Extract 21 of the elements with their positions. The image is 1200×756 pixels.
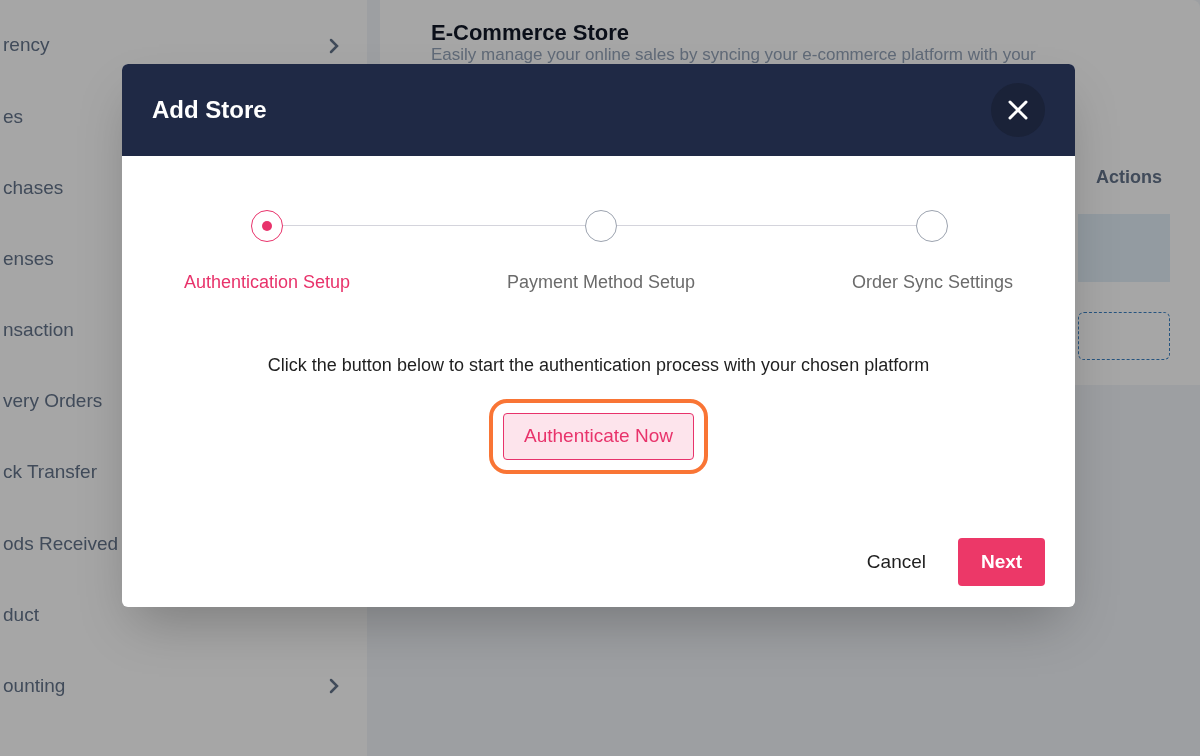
sidebar-item[interactable]: ounting: [3, 672, 66, 701]
step-label: Authentication Setup: [184, 271, 351, 294]
step-label: Order Sync Settings: [851, 271, 1013, 294]
dialog-title: Add Store: [152, 95, 267, 125]
sidebar-item[interactable]: rency: [3, 31, 50, 60]
sidebar-item[interactable]: es: [3, 102, 24, 132]
sidebar-item[interactable]: duct: [3, 600, 39, 630]
sidebar-item[interactable]: enses: [3, 244, 54, 274]
sidebar-item[interactable]: ods Received: [3, 529, 119, 559]
step-label: Payment Method Setup: [506, 271, 696, 294]
sidebar-item[interactable]: very Orders: [3, 387, 103, 416]
page-title: E-Commerce Store: [431, 20, 631, 46]
instruction-text: Click the button below to start the authentication process with your chosen platform: [266, 354, 931, 377]
cancel-button[interactable]: Cancel: [866, 538, 926, 586]
sidebar-item[interactable]: chases: [3, 173, 64, 203]
next-button[interactable]: Next: [958, 538, 1045, 586]
column-header: Actions: [1096, 166, 1162, 189]
sidebar-item[interactable]: ck Transfer: [3, 458, 97, 487]
close-icon: [1007, 99, 1029, 121]
sidebar-item[interactable]: nsaction: [3, 316, 74, 345]
page-subtitle: Easily manage your online sales by syncing your e-commerce platform with your: [431, 46, 1037, 64]
